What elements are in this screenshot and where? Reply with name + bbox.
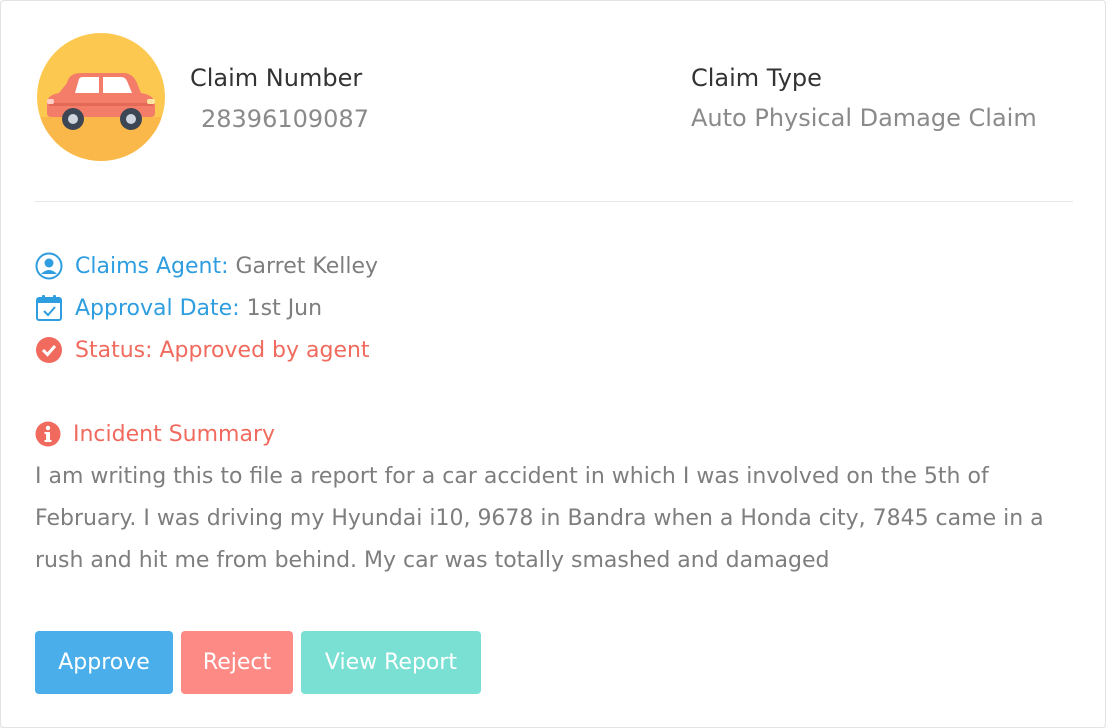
incident-summary-text: I am writing this to file a report for a…	[35, 464, 1044, 573]
approval-date-value: 1st Jun	[246, 295, 323, 321]
claims-agent-value: Garret Kelley	[235, 253, 379, 279]
info-circle-icon	[35, 421, 61, 447]
status-text: Status: Approved by agent	[75, 337, 370, 363]
check-circle-icon	[35, 336, 63, 364]
calendar-check-icon	[35, 294, 63, 322]
claim-type-label: Claim Type	[691, 64, 822, 92]
approval-date-row: Approval Date: 1st Jun	[35, 293, 322, 323]
claims-agent-row: Claims Agent: Garret Kelley	[35, 251, 378, 281]
approve-button[interactable]: Approve	[35, 631, 173, 694]
section-divider	[35, 201, 1073, 202]
view-report-button[interactable]: View Report	[301, 631, 481, 694]
incident-summary-title: Incident Summary	[35, 419, 275, 449]
user-circle-icon	[35, 252, 63, 280]
claims-agent-label: Claims Agent:	[75, 253, 229, 279]
status-row: Status: Approved by agent	[35, 335, 370, 365]
claim-number-label: Claim Number	[190, 64, 363, 92]
claim-card: Claim Number 28396109087 Claim Type Auto…	[0, 0, 1106, 728]
incident-summary-label: Incident Summary	[73, 421, 276, 447]
approval-date-label: Approval Date:	[75, 295, 240, 321]
car-icon	[37, 33, 165, 161]
claim-type-value: Auto Physical Damage Claim	[691, 104, 1037, 132]
claim-number-value: 28396109087	[201, 105, 369, 133]
reject-button[interactable]: Reject	[181, 631, 293, 694]
